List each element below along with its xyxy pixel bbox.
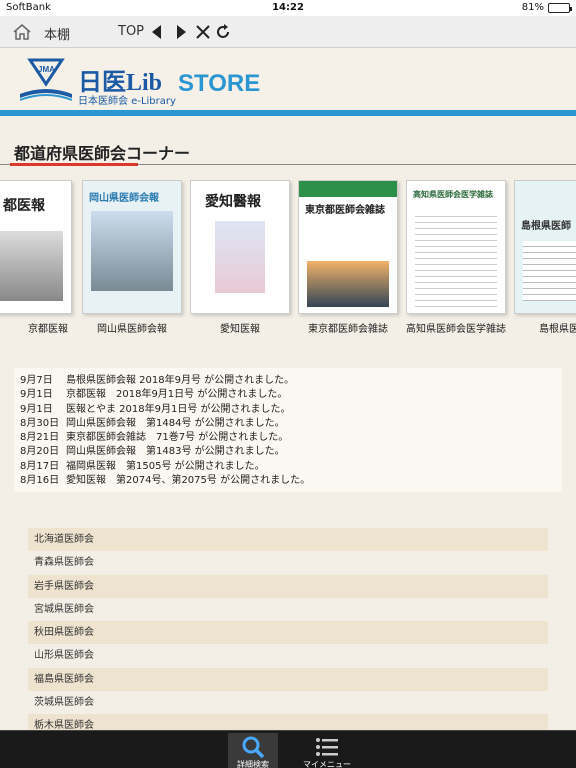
- title-underline: [10, 163, 138, 166]
- news-item[interactable]: 8月30日 岡山県医師会報 第1484号 が公開されました。: [20, 417, 556, 431]
- prefecture-item[interactable]: 岩手県医師会: [28, 574, 548, 598]
- prefecture-item[interactable]: 北海道医師会: [28, 528, 548, 552]
- news-item[interactable]: 9月1日 医報とやま 2018年9月1日号 が公開されました。: [20, 403, 556, 417]
- journal-name[interactable]: 愛知医報: [180, 320, 300, 335]
- prefecture-item[interactable]: 宮城県医師会: [28, 598, 548, 621]
- jma-logo: JMA: [19, 58, 73, 101]
- battery-percent: 81%: [521, 2, 544, 13]
- brand-subtitle: 日本医師会 e-Library: [78, 96, 176, 107]
- store-label: STORE: [178, 70, 261, 97]
- journal-cover[interactable]: 島根県医師: [514, 180, 576, 314]
- prefecture-item[interactable]: 福島県医師会: [28, 667, 548, 692]
- home-icon[interactable]: [12, 22, 32, 42]
- prefecture-item[interactable]: 秋田県医師会: [28, 621, 548, 645]
- journal-cover[interactable]: 高知県医師会医学雑誌: [406, 180, 506, 314]
- menu-list-icon: [316, 738, 338, 756]
- journal-name[interactable]: 島根県医師: [504, 320, 576, 335]
- app-header: JMA 日医Lib 日本医師会 e-Library STORE: [0, 48, 576, 118]
- news-item[interactable]: 9月1日 京都医報 2018年9月1日号 が公開されました。: [20, 388, 556, 402]
- back-arrow-icon[interactable]: [148, 23, 166, 41]
- prefecture-item[interactable]: 茨城県医師会: [28, 691, 548, 714]
- news-item[interactable]: 8月17日 福岡県医報 第1505号 が公開されました。: [20, 460, 556, 474]
- news-item[interactable]: 8月20日 岡山県医師会報 第1483号 が公開されました。: [20, 445, 556, 459]
- journal-name[interactable]: 東京都医師会雑誌: [288, 320, 408, 335]
- news-item[interactable]: 9月7日 島根県医師会報 2018年9月号 が公開されました。: [20, 374, 556, 388]
- tab-label: マイメニュー: [303, 760, 351, 768]
- tab-my-menu[interactable]: マイメニュー: [302, 733, 352, 768]
- bookshelf-link[interactable]: 本棚: [44, 24, 70, 43]
- journal-cover[interactable]: 都医報: [0, 180, 72, 314]
- battery-icon: [548, 2, 572, 13]
- tab-detail-search[interactable]: 詳細検索: [228, 733, 278, 768]
- header-divider: [0, 110, 576, 116]
- prefecture-item[interactable]: 山形県医師会: [28, 644, 548, 667]
- battery-indicator: 81%: [521, 2, 572, 13]
- prefecture-list: 北海道医師会 青森県医師会 岩手県医師会 宮城県医師会 秋田県医師会 山形県医師…: [28, 528, 548, 738]
- journal-cover[interactable]: 岡山県医師会報: [82, 180, 182, 314]
- journal-item[interactable]: 岡山県医師会報 岡山県医師会報: [82, 180, 182, 340]
- journal-carousel[interactable]: 都医報 京都医報 岡山県医師会報 岡山県医師会報 愛知醫報 愛知医報 東京都医師…: [0, 180, 576, 340]
- news-item[interactable]: 8月16日 愛知医報 第2074号、第2075号 が公開されました。: [20, 474, 556, 488]
- journal-item[interactable]: 都医報 京都医報: [0, 180, 72, 340]
- close-icon[interactable]: [194, 23, 212, 41]
- page-title: 都道府県医師会コーナー: [14, 144, 191, 163]
- journal-item[interactable]: 愛知醫報 愛知医報: [190, 180, 290, 340]
- journal-cover[interactable]: 東京都医師会雑誌: [298, 180, 398, 314]
- search-icon: [242, 736, 265, 759]
- status-bar: SoftBank 14:22 81%: [0, 0, 576, 16]
- journal-item[interactable]: 高知県医師会医学雑誌 高知県医師会医学雑誌: [406, 180, 506, 340]
- journal-name[interactable]: 岡山県医師会報: [72, 320, 192, 335]
- prefecture-item[interactable]: 青森県医師会: [28, 551, 548, 574]
- top-link[interactable]: TOP: [118, 24, 144, 39]
- journal-item[interactable]: 島根県医師 島根県医師: [514, 180, 576, 340]
- forward-arrow-icon[interactable]: [172, 23, 190, 41]
- journal-item[interactable]: 東京都医師会雑誌 東京都医師会雑誌: [298, 180, 398, 340]
- clock: 14:22: [272, 2, 304, 13]
- news-item[interactable]: 8月21日 東京都医師会雑誌 71巻7号 が公開されました。: [20, 431, 556, 445]
- news-panel: 9月7日 島根県医師会報 2018年9月号 が公開されました。 9月1日 京都医報 …: [14, 368, 562, 492]
- tab-label: 詳細検索: [237, 760, 269, 768]
- journal-name[interactable]: 高知県医師会医学雑誌: [396, 320, 516, 335]
- journal-cover[interactable]: 愛知醫報: [190, 180, 290, 314]
- reload-icon[interactable]: [214, 23, 232, 41]
- tab-bar: 詳細検索 マイメニュー: [0, 730, 576, 768]
- logo-text: JMA: [38, 65, 55, 74]
- nav-toolbar: 本棚 TOP: [0, 16, 576, 48]
